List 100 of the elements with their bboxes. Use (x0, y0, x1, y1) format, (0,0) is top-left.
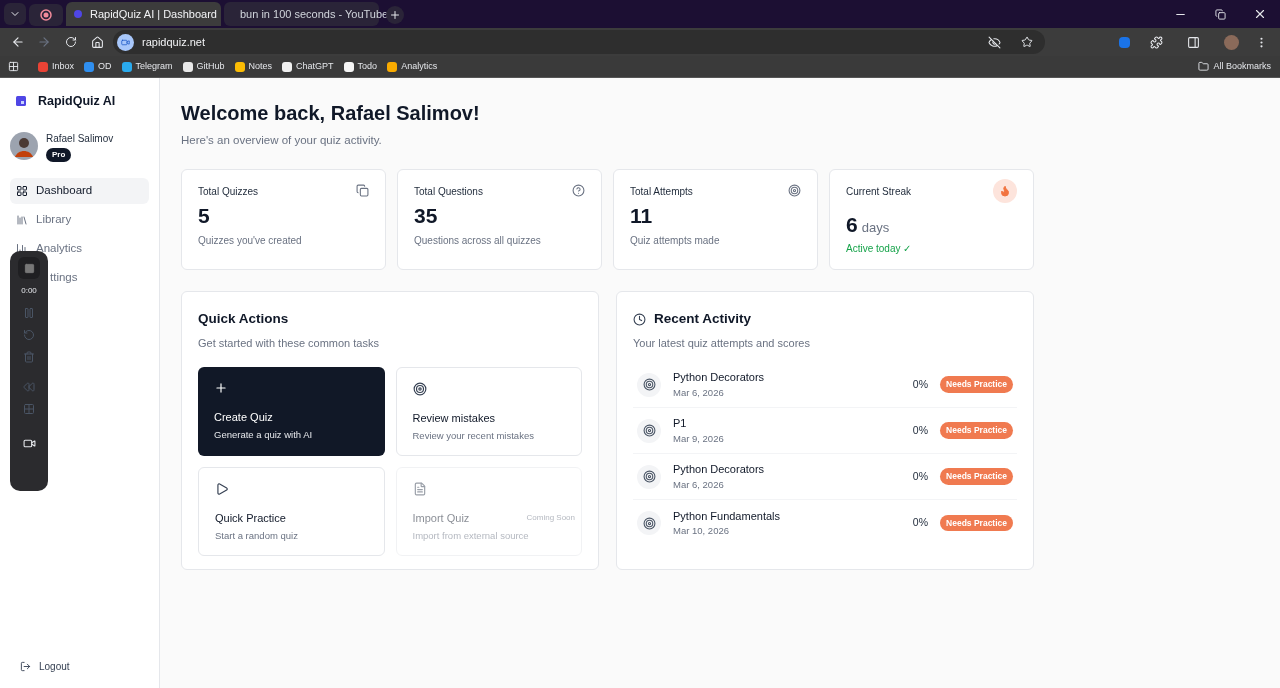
reload-button[interactable] (65, 36, 77, 48)
attempt-date: Mar 9, 2026 (673, 431, 725, 446)
stat-label: Current Streak (846, 185, 912, 200)
copy-icon (356, 184, 369, 198)
score-text: 0% (912, 422, 929, 438)
play-icon (215, 482, 229, 496)
stat-caption: Active today ✓ (846, 241, 913, 256)
stat-caption: Questions across all quizzes (414, 234, 542, 249)
bookmark-link[interactable]: Telegram (118, 59, 176, 74)
stat-label: Total Questions (414, 185, 483, 200)
apps-icon[interactable] (8, 61, 19, 72)
pinned-tab[interactable] (29, 4, 63, 26)
target-icon (788, 184, 801, 198)
tab-title: RapidQuiz AI | Dashboard (90, 6, 217, 22)
action-description: Review your recent mistakes (412, 428, 535, 443)
extensions-icon[interactable] (1150, 35, 1163, 49)
status-badge: Needs Practice (940, 514, 1013, 532)
nav-item[interactable]: Dashboard (10, 177, 149, 204)
action-card[interactable]: Create Quiz Generate a quiz with AI (198, 367, 385, 456)
side-panel-icon[interactable] (1187, 35, 1200, 49)
bookmark-link[interactable]: Inbox (35, 59, 78, 74)
bookmark-link[interactable]: GitHub (179, 59, 228, 74)
bookmark-link[interactable]: OD (81, 59, 115, 74)
tab-title: bun in 100 seconds - YouTube (240, 6, 389, 22)
status-badge: Needs Practice (940, 376, 1013, 393)
action-description: Start a random quiz (215, 528, 299, 543)
score-text: 0% (912, 468, 929, 484)
quiz-name: Python Decorators (673, 370, 766, 386)
logo-icon (16, 96, 26, 107)
extension-icon[interactable] (1119, 36, 1130, 48)
stat-caption: Quiz attempts made (630, 234, 721, 249)
back-button[interactable] (11, 35, 25, 49)
action-title: Create Quiz (214, 410, 273, 425)
url-text: rapidquiz.net (142, 34, 205, 50)
coming-soon-label: Coming Soon (526, 512, 575, 525)
bookmark-link[interactable]: ChatGPT (279, 59, 337, 74)
hidden-eye-icon[interactable] (988, 35, 1001, 49)
new-tab-button[interactable] (386, 6, 404, 24)
camera-button[interactable] (22, 437, 36, 450)
panel-title: Quick Actions (198, 310, 290, 329)
stop-button[interactable] (18, 257, 40, 279)
action-description: Import from external source (412, 528, 530, 543)
action-card[interactable]: Review mistakes Review your recent mistakes (395, 367, 582, 456)
stat-value: 11 (630, 203, 654, 230)
target-icon (637, 464, 661, 489)
plus-icon (389, 9, 401, 21)
user-name: Rafael Salimov (46, 131, 114, 146)
attempt-date: Mar 10, 2026 (673, 524, 730, 539)
page-subtitle: Here's an overview of your quiz activity. (181, 133, 383, 148)
action-title: Import Quiz (412, 511, 470, 526)
all-bookmarks-button[interactable]: All Bookmarks (1198, 59, 1271, 74)
site-info-icon[interactable] (117, 33, 134, 51)
document-icon (412, 482, 427, 496)
target-icon (637, 372, 661, 397)
attempt-date: Mar 6, 2026 (673, 477, 725, 492)
quiz-name: P1 (673, 416, 688, 432)
panel-subtitle: Get started with these common tasks (198, 335, 380, 351)
logout-button[interactable]: Logout (10, 659, 149, 674)
plan-badge: Pro (46, 147, 72, 162)
tab-menu-button[interactable] (4, 3, 26, 25)
close-window-button[interactable] (1253, 7, 1267, 21)
home-button[interactable] (91, 35, 104, 49)
target-icon (637, 511, 661, 535)
nav-item[interactable]: Library (10, 206, 149, 233)
flame-icon (993, 179, 1017, 204)
action-description: Generate a quiz with AI (214, 427, 314, 442)
panel-subtitle: Your latest quiz attempts and scores (633, 335, 811, 351)
restart-button[interactable] (23, 329, 35, 341)
nav-item[interactable]: ttings (49, 264, 149, 291)
action-title: Quick Practice (215, 511, 286, 526)
clock-icon (633, 312, 646, 326)
action-card[interactable]: Quick Practice Start a random quiz (198, 467, 385, 556)
bookmark-link[interactable]: Notes (231, 59, 276, 74)
library-icon (16, 213, 28, 226)
browser-tab[interactable]: RapidQuiz AI | Dashboard (66, 2, 221, 26)
page-title: Welcome back, Rafael Salimov! (181, 101, 481, 126)
stat-value: 35 (414, 203, 439, 230)
action-title: Review mistakes (412, 411, 496, 426)
dashboard-icon (16, 184, 28, 197)
plus-icon (214, 381, 228, 395)
stat-caption: Quizzes you've created (198, 234, 303, 249)
site-icon (74, 10, 82, 18)
bookmark-link[interactable]: Todo (340, 59, 381, 74)
bookmark-link[interactable]: Analytics (384, 59, 441, 74)
restore-button[interactable] (1214, 8, 1226, 20)
brand-name: RapidQuiz AI (38, 93, 116, 110)
target-icon (412, 382, 427, 396)
stat-label: Total Quizzes (198, 185, 259, 200)
panel-title: Recent Activity (654, 310, 752, 329)
folder-icon (1198, 61, 1210, 72)
score-text: 0% (912, 515, 929, 531)
attempt-date: Mar 6, 2026 (673, 385, 725, 400)
stat-value: 6 (846, 212, 858, 239)
address-bar[interactable]: rapidquiz.net (113, 30, 1045, 54)
score-text: 0% (912, 376, 929, 392)
record-icon (40, 9, 52, 21)
quiz-name: Python Fundamentals (673, 508, 781, 524)
logout-icon (20, 661, 31, 672)
bookmark-star-icon[interactable] (1021, 36, 1033, 48)
recording-time: 0:00 (21, 285, 37, 297)
